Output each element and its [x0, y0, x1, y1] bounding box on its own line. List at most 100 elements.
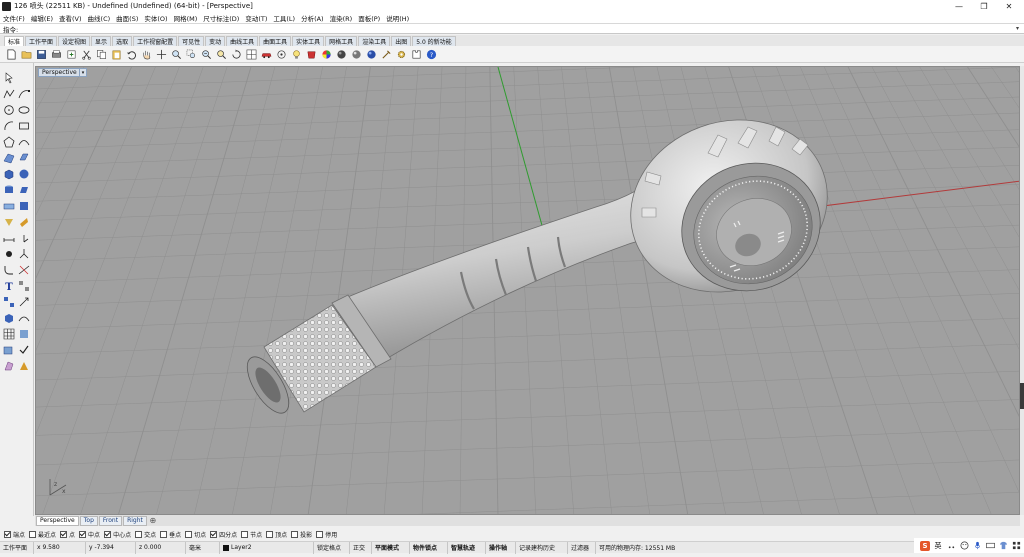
save-icon[interactable] [35, 48, 47, 60]
trim-icon[interactable] [18, 263, 31, 276]
tab-viewport-layout[interactable]: 工作视窗配置 [133, 36, 178, 46]
sphere-blue-icon[interactable] [365, 48, 377, 60]
menu-surface[interactable]: 曲面(S) [116, 13, 138, 23]
gear-icon[interactable] [395, 48, 407, 60]
tab-select[interactable]: 选取 [112, 36, 133, 46]
boolean-icon[interactable] [18, 215, 31, 228]
explode-icon[interactable] [3, 247, 16, 260]
shower-head-model[interactable] [239, 93, 852, 420]
menu-file[interactable]: 文件(F) [3, 13, 25, 23]
zoom-selected-icon[interactable] [215, 48, 227, 60]
select-arrow-icon[interactable] [3, 71, 16, 84]
arc-icon[interactable] [3, 119, 16, 132]
status-grid-snap-toggle[interactable]: 锁定格点 [314, 541, 350, 554]
properties-icon[interactable] [3, 359, 16, 372]
tools-icon[interactable] [380, 48, 392, 60]
osnap-checkbox[interactable] [160, 530, 168, 538]
command-line[interactable]: 指令: ▾ [0, 23, 1024, 34]
keyboard-icon[interactable] [985, 541, 995, 551]
osnap-item[interactable]: 投影 [291, 530, 312, 539]
checkmark-icon[interactable] [18, 343, 31, 356]
circle-icon[interactable] [3, 103, 16, 116]
menu-tools[interactable]: 工具(L) [273, 13, 295, 23]
viewtab-right[interactable]: Right [123, 515, 147, 526]
menu-solid[interactable]: 实体(O) [144, 13, 167, 23]
status-osnap-toggle[interactable]: 物件锁点 [410, 541, 448, 554]
mesh-icon[interactable] [18, 183, 31, 196]
zoom-extents-icon[interactable] [200, 48, 212, 60]
lightbulb-icon[interactable] [290, 48, 302, 60]
layers-icon[interactable] [3, 343, 16, 356]
curve-from-object-icon[interactable] [18, 311, 31, 324]
menu-mesh[interactable]: 网格(M) [174, 13, 198, 23]
status-planar-toggle[interactable]: 平面模式 [372, 541, 410, 554]
osnap-item[interactable]: 端点 [4, 530, 25, 539]
osnap-item[interactable]: 点 [60, 530, 75, 539]
text-curve-icon[interactable] [18, 135, 31, 148]
status-history-toggle[interactable]: 记录建构历史 [516, 541, 568, 554]
osnap-item[interactable]: 节点 [241, 530, 262, 539]
close-button[interactable]: ✕ [995, 0, 1023, 12]
viewport-layout-icon[interactable] [245, 48, 257, 60]
rectangle-icon[interactable] [18, 119, 31, 132]
polygon-icon[interactable] [3, 135, 16, 148]
status-ortho-toggle[interactable]: 正交 [350, 541, 372, 554]
tab-standard[interactable]: 标准 [4, 36, 25, 46]
menu-render[interactable]: 渲染(R) [330, 13, 353, 23]
scale-icon[interactable] [18, 295, 31, 308]
status-smarttrack-toggle[interactable]: 智慧轨迹 [448, 541, 486, 554]
osnap-checkbox[interactable] [135, 530, 143, 538]
status-filter-button[interactable]: 过滤器 [568, 541, 596, 554]
osnap-item[interactable]: 中心点 [104, 530, 131, 539]
rotate-view-icon[interactable] [230, 48, 242, 60]
mesh-box-icon[interactable] [18, 199, 31, 212]
copy-icon[interactable] [95, 48, 107, 60]
pan-hand-icon[interactable] [140, 48, 152, 60]
polyline-icon[interactable] [3, 87, 16, 100]
tab-cplanes[interactable]: 工作平面 [25, 36, 58, 46]
shirt-icon[interactable] [998, 541, 1008, 551]
surface-corner-icon[interactable] [3, 151, 16, 164]
car-icon[interactable] [260, 48, 272, 60]
osnap-item[interactable]: 垂点 [160, 530, 181, 539]
osnap-checkbox[interactable] [60, 530, 68, 538]
osnap-checkbox[interactable] [316, 530, 324, 538]
puzzle-icon[interactable] [410, 48, 422, 60]
sogou-ime-icon[interactable]: S [920, 540, 930, 551]
zoom-window-icon[interactable] [185, 48, 197, 60]
dimension-icon[interactable] [3, 231, 16, 244]
osnap-checkbox[interactable] [104, 530, 112, 538]
grid-icon[interactable] [1011, 541, 1021, 551]
osnap-item[interactable]: 最近点 [29, 530, 56, 539]
open-file-icon[interactable] [20, 48, 32, 60]
menu-dimension[interactable]: 尺寸标注(D) [203, 13, 239, 23]
viewport-menu-dropdown[interactable]: ▾ [79, 68, 87, 77]
osnap-checkbox[interactable] [266, 530, 274, 538]
material-icon[interactable] [305, 48, 317, 60]
tab-solid-tools[interactable]: 实体工具 [292, 36, 325, 46]
osnap-checkbox[interactable] [210, 530, 218, 538]
help-icon[interactable]: ? [425, 48, 437, 60]
menu-panels[interactable]: 面板(P) [358, 13, 380, 23]
tab-transform[interactable]: 变动 [205, 36, 226, 46]
light-icon[interactable] [3, 215, 16, 228]
viewport-title-tab[interactable]: Perspective [38, 68, 81, 77]
viewtab-top[interactable]: Top [79, 515, 98, 526]
pan-icon[interactable] [155, 48, 167, 60]
cut-icon[interactable] [80, 48, 92, 60]
osnap-checkbox[interactable] [4, 530, 11, 538]
join-icon[interactable] [18, 247, 31, 260]
tab-visibility[interactable]: 可见性 [178, 36, 205, 46]
menu-help[interactable]: 说明(H) [386, 13, 409, 23]
status-cplane[interactable]: 工作平面 [0, 541, 34, 554]
text-tool-icon[interactable]: T [3, 279, 16, 292]
panel-resize-handle[interactable] [1020, 383, 1024, 409]
sphere-render-icon[interactable] [350, 48, 362, 60]
command-history-dropdown[interactable]: ▾ [1016, 25, 1019, 32]
paste-icon[interactable] [110, 48, 122, 60]
color-wheel-icon[interactable] [320, 48, 332, 60]
osnap-item[interactable]: 中点 [79, 530, 100, 539]
tab-render-tools[interactable]: 渲染工具 [358, 36, 391, 46]
osnap-item[interactable]: 顶点 [266, 530, 287, 539]
import-icon[interactable] [65, 48, 77, 60]
